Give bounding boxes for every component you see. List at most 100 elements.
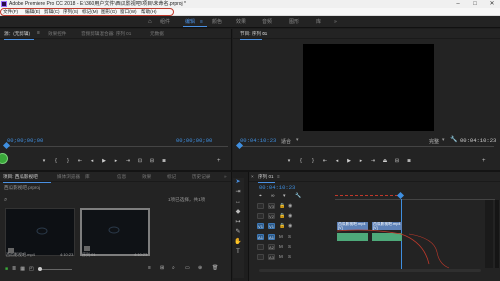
program-play-icon[interactable]: ▶ [343,156,355,166]
program-add-marker-icon[interactable]: ▾ [283,156,295,166]
project-panel: 项目: 西瓜影视吧 媒体浏览器 库 信息 效果 标记 历史记录 » 西瓜影视吧.… [0,172,232,281]
program-go-to-in-icon[interactable]: ⇤ [319,156,331,166]
mark-in-icon[interactable]: { [50,156,62,166]
source-panel-menu-icon[interactable]: ≡ [37,30,40,36]
step-back-icon[interactable]: ◂ [86,156,98,166]
quality-dropdown[interactable]: 完整 [429,138,439,145]
clear-icon[interactable]: 🗑 [212,265,218,271]
tab-info[interactable]: 信息 [117,172,126,182]
menu-graphics[interactable]: 图形(G) [101,8,117,16]
insert-icon[interactable]: ⊡ [134,156,146,166]
clip-duration: 4:10:23 [60,252,74,257]
tab-source[interactable]: 源：(无剪辑) [4,29,30,39]
project-search-icon[interactable]: ⌕ [4,197,7,204]
icon-view-icon[interactable]: ▦ [20,266,25,272]
program-video-frame[interactable] [303,44,434,131]
timeline-panel: × 序列 01 ≡ 00:04:10:23 ⌖ ∞ ▾ 🔧 V3 🔒 ◉ V2 … [248,172,500,281]
program-go-to-out-icon[interactable]: ⇥ [367,156,379,166]
program-step-forward-icon[interactable]: ▸ [355,156,367,166]
zoom-slider[interactable] [37,267,72,271]
source-duration-timecode: 00;00;00;00 [176,137,213,144]
workspace-tab-libraries[interactable]: 库 [316,16,321,28]
type-tool-icon[interactable]: T [233,248,243,257]
source-timecode[interactable]: 00;00;00;00 [7,137,43,144]
timeline-vertical-scrollbar[interactable] [485,200,493,268]
list-view-icon[interactable]: ≣ [12,266,16,272]
extract-icon[interactable]: ⊟ [391,156,403,166]
tab-libraries[interactable]: 库 [85,172,90,182]
program-time-ruler[interactable] [239,146,494,147]
minimize-button[interactable]: – [450,0,466,8]
program-duration: 00:04:10:23 [460,137,497,144]
tab-audio-clip-mixer[interactable]: 音频剪辑混合器: 序列 01 [81,29,131,39]
clip-thumbnail[interactable] [5,208,75,256]
maximize-button[interactable]: □ [467,0,483,8]
workspace-tab-color[interactable]: 颜色 [212,16,222,28]
tab-effect-controls[interactable]: 效果控件 [48,29,66,39]
menu-help[interactable]: 帮助(H) [141,8,157,16]
tab-history[interactable]: 历史记录 [192,172,210,182]
program-mark-in-icon[interactable]: { [295,156,307,166]
workspace-tab-assembly[interactable]: 组件 [160,16,170,28]
new-item-icon[interactable]: ⊕ [198,265,202,271]
workspace-tab-graphics[interactable]: 图形 [289,16,299,28]
tab-metadata[interactable]: 元数据 [150,29,164,39]
hand-tool-icon[interactable]: ✋ [233,238,243,247]
automate-icon[interactable]: ⊞ [160,265,164,271]
play-icon[interactable]: ▶ [98,156,110,166]
timeline-horizontal-scrollbar[interactable] [259,269,481,272]
program-step-back-icon[interactable]: ◂ [331,156,343,166]
freeform-view-icon[interactable]: ◰ [29,266,34,272]
audio-meter [495,200,499,268]
close-button[interactable]: ✕ [484,0,500,8]
program-timecode[interactable]: 00:04:10:23 [240,137,276,144]
program-mark-out-icon[interactable]: } [307,156,319,166]
tab-media-browser[interactable]: 媒体浏览器 [57,172,80,182]
menu-window[interactable]: 窗口(W) [120,8,137,16]
tab-effects[interactable]: 效果 [142,172,151,182]
program-export-frame-icon[interactable]: ◙ [403,156,415,166]
project-more-icon[interactable]: » [224,172,227,182]
export-frame-icon[interactable]: ◙ [158,156,170,166]
sort-icon[interactable]: ≡ [148,265,151,271]
menu-clip[interactable]: 剪辑(C) [44,8,60,16]
new-bin-icon[interactable]: ▭ [185,265,190,271]
slip-tool-icon[interactable]: ↦ [233,218,243,227]
workspace-tab-effects[interactable]: 效果 [236,16,246,28]
ripple-edit-tool-icon[interactable]: ↔ [233,198,243,207]
menu-file[interactable]: 文件(F) [3,8,18,16]
step-forward-icon[interactable]: ▸ [110,156,122,166]
program-transport-controls: ▾ { } ⇤ ◂ ▶ ▸ ⇥ ⏏ ⊟ ◙ [283,156,415,166]
go-to-in-icon[interactable]: ⇤ [74,156,86,166]
lift-icon[interactable]: ⏏ [379,156,391,166]
razor-tool-icon[interactable]: ◆ [233,208,243,217]
mark-out-icon[interactable]: } [62,156,74,166]
workspace-tab-audio[interactable]: 音频 [262,16,272,28]
workspace-more-icon[interactable]: » [334,16,337,28]
pen-tool-icon[interactable]: ✎ [233,228,243,237]
selection-status: 1项已选择，共1项 [168,197,206,202]
track-select-tool-icon[interactable]: ⇥ [233,188,243,197]
fit-chevron-down-icon[interactable]: ▾ [296,137,299,143]
fit-dropdown[interactable]: 适合 [281,138,291,145]
lock-icon[interactable]: ■ [5,266,8,272]
menu-marker[interactable]: 标记(M) [82,8,98,16]
tab-project[interactable]: 项目: 西瓜影视吧 [3,172,38,182]
source-add-button-icon[interactable]: + [217,158,221,164]
source-time-ruler[interactable] [6,146,228,147]
add-marker-icon[interactable]: ▾ [38,156,50,166]
tab-markers[interactable]: 标记 [167,172,176,182]
menu-sequence[interactable]: 序列(S) [63,8,78,16]
go-to-out-icon[interactable]: ⇥ [122,156,134,166]
selection-tool-icon[interactable]: ➤ [233,178,243,187]
find-icon[interactable]: ⌕ [172,265,175,271]
overwrite-icon[interactable]: ⊟ [146,156,158,166]
wrench-icon[interactable]: 🔧 [450,136,457,143]
program-panel-menu-icon[interactable]: ≡ [263,29,266,39]
sequence-thumbnail[interactable] [80,208,150,256]
program-add-button-icon[interactable]: + [482,158,486,164]
sequence-thumbnail-art [84,226,120,251]
home-icon[interactable]: ⌂ [148,19,155,25]
menu-edit[interactable]: 编辑(E) [25,8,40,16]
quality-chevron-down-icon[interactable]: ▾ [442,137,445,143]
